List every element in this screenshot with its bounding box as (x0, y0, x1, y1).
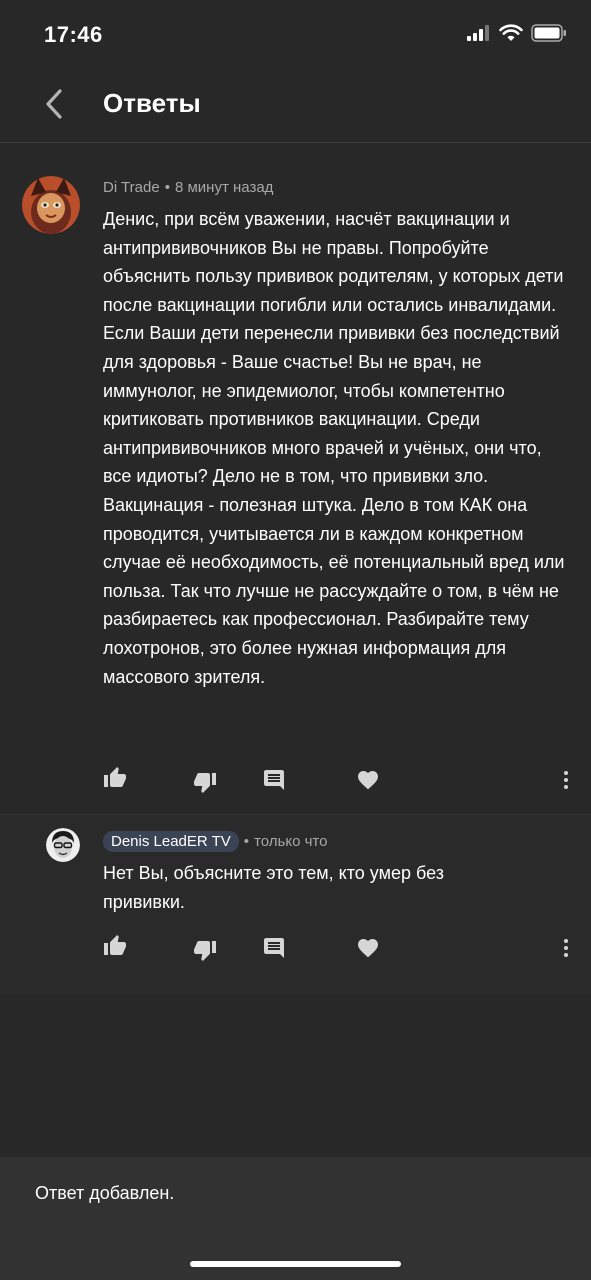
comment-text: Денис, при всём уважении, насчёт вакцина… (103, 209, 565, 687)
home-indicator[interactable] (190, 1261, 401, 1267)
heart-button[interactable] (353, 935, 383, 965)
comment-text: Нет Вы, объясните это тем, кто умер без … (103, 863, 444, 912)
comment-meta: Denis LeadER TV • только что (103, 831, 327, 852)
comment-author-badge[interactable]: Denis LeadER TV (103, 831, 239, 852)
comment-time: только что (254, 833, 328, 850)
dislike-button[interactable] (190, 769, 220, 799)
avatar-denis-leader-tv[interactable] (46, 828, 80, 862)
snackbar-message: Ответ добавлен. (35, 1183, 175, 1203)
more-options-button[interactable] (551, 935, 581, 965)
comment-meta: Di Trade • 8 минут назад (103, 179, 273, 196)
back-button[interactable] (32, 84, 76, 128)
dislike-button[interactable] (190, 937, 220, 967)
page-title: Ответы (103, 88, 201, 118)
more-vert-icon (554, 768, 578, 797)
heart-icon (356, 768, 380, 797)
status-icons (467, 24, 567, 47)
comment-parent: Di Trade • 8 минут назад Денис, при всём у… (0, 143, 591, 814)
meta-separator: • (243, 833, 250, 850)
reply-icon (262, 768, 286, 797)
app-bar: Ответы (0, 70, 591, 143)
comment-reply: Denis LeadER TV • только что Нет Вы, объяс… (0, 814, 591, 995)
chevron-left-icon (43, 88, 65, 124)
battery-icon (531, 24, 567, 47)
reply-icon (262, 936, 286, 965)
like-button[interactable] (100, 933, 130, 963)
heart-button[interactable] (353, 767, 383, 797)
status-time: 17:46 (44, 22, 103, 47)
like-button[interactable] (100, 765, 130, 795)
thumbs-up-icon (103, 766, 127, 795)
heart-icon (356, 936, 380, 965)
status-bar: 17:46 (0, 0, 591, 70)
more-options-button[interactable] (551, 767, 581, 797)
wifi-icon (499, 24, 523, 47)
meta-separator: • (164, 179, 170, 196)
comment-time: 8 минут назад (174, 179, 274, 196)
reply-button[interactable] (259, 935, 289, 965)
cellular-signal-icon (467, 25, 491, 46)
thumbs-down-icon (193, 770, 217, 799)
comment-author[interactable]: Di Trade (103, 179, 160, 196)
avatar-di-trade[interactable] (22, 176, 80, 234)
thumbs-up-icon (103, 934, 127, 963)
reply-button[interactable] (259, 767, 289, 797)
thumbs-down-icon (193, 938, 217, 967)
more-vert-icon (554, 936, 578, 965)
